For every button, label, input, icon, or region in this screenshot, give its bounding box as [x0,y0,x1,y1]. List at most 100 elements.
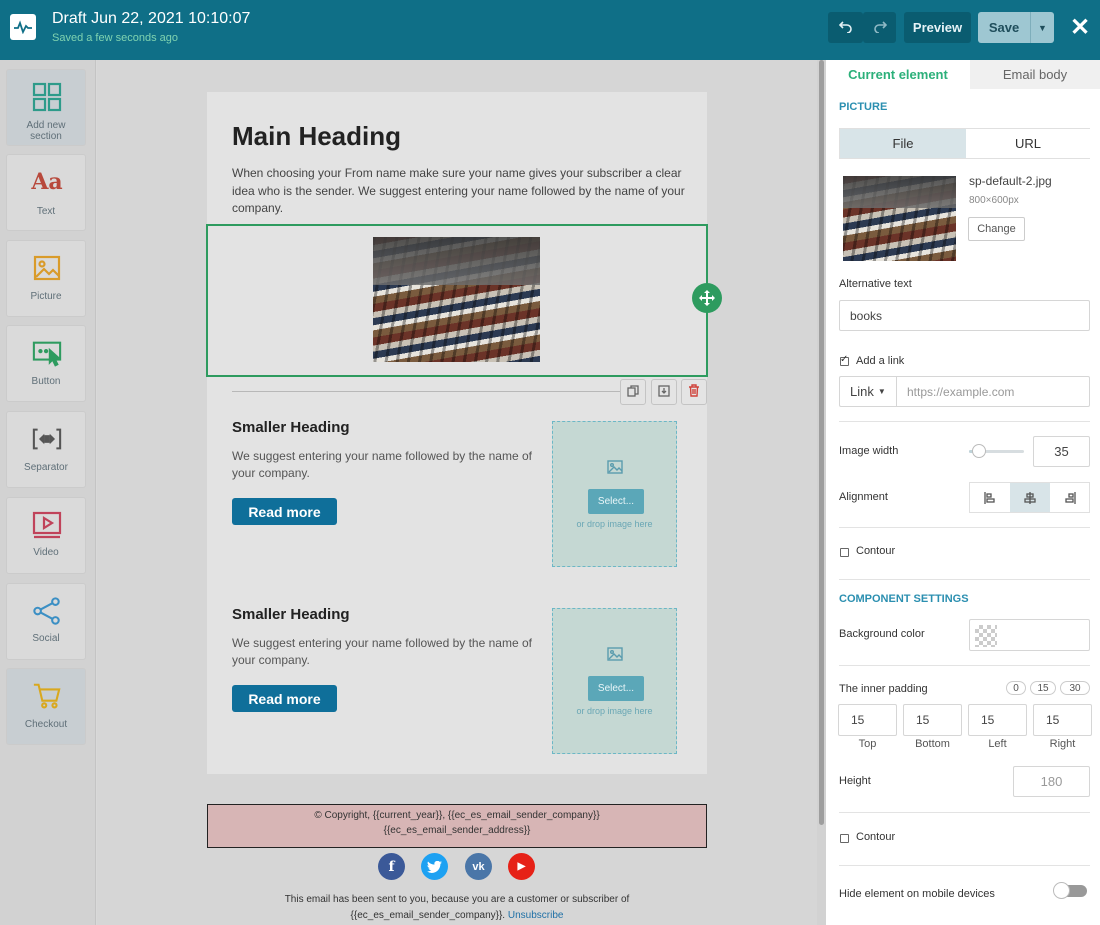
drop-hint: or drop image here [576,706,653,716]
align-center-icon[interactable] [1010,483,1050,512]
drop-hint: or drop image here [576,519,653,529]
undo-icon [838,19,853,36]
toggle-knob [1053,882,1070,899]
separator-icon [32,424,62,454]
undo-button[interactable] [828,12,863,43]
padding-top-input[interactable]: 15 [838,704,897,736]
padding-preset-0[interactable]: 0 [1006,681,1026,695]
youtube-icon[interactable]: ▶ [508,853,535,880]
image-drop-zone[interactable]: Select... or drop image here [552,608,677,754]
tool-label: Video [33,547,59,558]
save-options-button[interactable]: ▼ [1030,12,1054,43]
save-block-icon [658,384,670,400]
link-url-input[interactable]: https://example.com [896,376,1090,407]
scrollbar-thumb[interactable] [819,60,824,825]
divider-line [232,391,620,392]
padding-right-input[interactable]: 15 [1033,704,1092,736]
canvas-scrollbar[interactable] [817,60,826,925]
button-icon [32,338,62,368]
footnote-company: {{ec_es_email_sender_company}}. [350,910,506,921]
background-color-label: Background color [839,628,925,640]
block-text[interactable]: We suggest entering your name followed b… [232,448,532,482]
text-icon: Aa [31,169,63,195]
background-color-picker[interactable] [969,619,1090,651]
preview-button[interactable]: Preview [904,12,971,43]
add-link-label: Add a link [856,355,905,367]
tool-picture[interactable]: Picture [6,240,86,317]
add-link-checkbox[interactable] [840,354,849,366]
block-heading[interactable]: Smaller Heading [232,606,350,623]
alignment-label: Alignment [839,491,888,503]
height-placeholder: 180 [1040,774,1063,789]
select-image-button[interactable]: Select... [588,489,644,514]
top-bar: Draft Jun 22, 2021 10:10:07 Saved a few … [0,0,1100,60]
tool-label: Checkout [24,719,68,730]
change-image-button[interactable]: Change [968,217,1025,241]
read-more-button[interactable]: Read more [232,498,337,525]
height-label: Height [839,775,871,787]
padding-left-label: Left [988,738,1007,750]
align-left-icon[interactable] [970,483,1010,512]
unsubscribe-link[interactable]: Unsubscribe [508,910,564,921]
tool-button[interactable]: Button [6,325,86,402]
copyright-footer[interactable]: © Copyright, {{current_year}}, {{ec_es_e… [207,804,707,848]
tool-separator[interactable]: Separator [6,411,86,488]
padding-preset-30[interactable]: 30 [1060,681,1090,695]
source-switch: File URL [839,128,1090,159]
component-settings-title: COMPONENT SETTINGS [839,593,969,605]
tool-video[interactable]: Video [6,497,86,574]
save-button[interactable]: Save [978,12,1030,43]
caret-down-icon: ▼ [877,387,886,396]
hide-mobile-label: Hide element on mobile devices [839,888,995,900]
file-dimensions: 800×600px [969,195,1019,206]
hide-mobile-toggle[interactable] [1053,882,1087,899]
copy-block-button[interactable] [620,379,646,405]
image-thumbnail [843,176,956,261]
redo-button[interactable] [863,12,896,43]
alignment-group [969,482,1090,513]
delete-block-button[interactable] [681,379,707,405]
tool-text[interactable]: Aa Text [6,154,86,231]
tool-add-section[interactable]: Add new section [6,69,86,146]
twitter-icon[interactable] [421,853,448,880]
tool-label: Separator [24,462,68,473]
link-type-select[interactable]: Link ▼ [839,376,896,407]
block-heading[interactable]: Smaller Heading [232,419,350,436]
padding-bottom-input[interactable]: 15 [903,704,962,736]
move-handle-icon[interactable] [692,283,722,313]
file-tab[interactable]: File [840,129,966,158]
tool-social[interactable]: Social [6,583,86,660]
draft-title[interactable]: Draft Jun 22, 2021 10:10:07 [52,10,250,28]
divider [839,812,1090,813]
facebook-icon[interactable]: f [378,853,405,880]
image-width-label: Image width [839,445,899,457]
alt-text-input[interactable]: books [839,300,1090,331]
height-input[interactable]: 180 [1013,766,1090,797]
save-block-button[interactable] [651,379,677,405]
read-more-button[interactable]: Read more [232,685,337,712]
block-text[interactable]: We suggest entering your name followed b… [232,635,532,669]
image-width-input[interactable]: 35 [1033,436,1090,467]
padding-preset-15[interactable]: 15 [1030,681,1056,695]
close-icon[interactable]: ✕ [1068,14,1092,42]
url-tab[interactable]: URL [966,129,1090,158]
intro-text[interactable]: When choosing your From name make sure y… [232,165,687,218]
contour-checkbox[interactable] [840,548,849,557]
select-image-button[interactable]: Select... [588,676,644,701]
contour-checkbox-2[interactable] [840,834,849,843]
tab-email-body[interactable]: Email body [970,60,1100,89]
redo-icon [873,19,887,36]
tool-checkout[interactable]: Checkout [6,668,86,745]
tab-current-element[interactable]: Current element [826,60,970,89]
main-heading[interactable]: Main Heading [232,121,401,152]
padding-left-input[interactable]: 15 [968,704,1027,736]
picture-section-title: PICTURE [839,101,888,113]
video-icon [32,510,62,540]
cart-icon [32,681,62,711]
align-right-icon[interactable] [1050,483,1090,512]
image-drop-zone[interactable]: Select... or drop image here [552,421,677,567]
trash-icon [688,384,700,400]
vk-icon[interactable]: vk [465,853,492,880]
books-image[interactable] [373,237,540,362]
image-width-slider-knob[interactable] [972,444,986,458]
